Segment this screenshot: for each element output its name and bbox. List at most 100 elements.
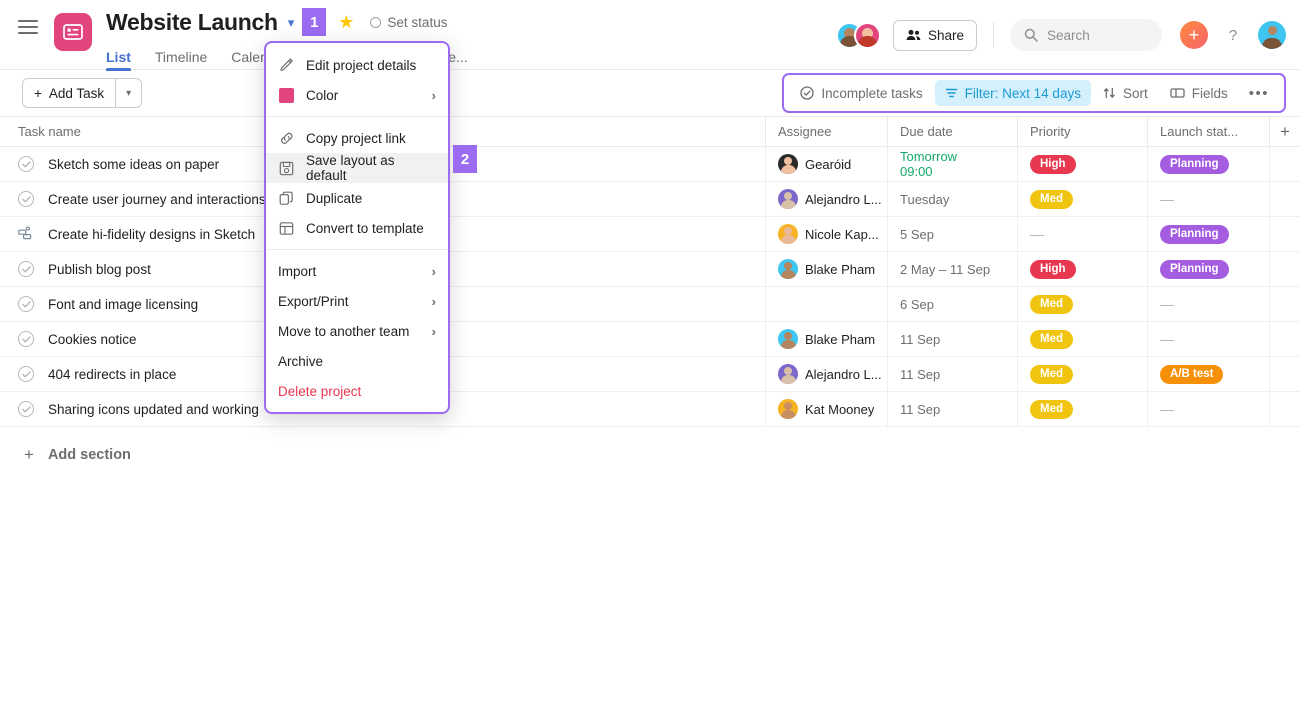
avatar[interactable] (853, 21, 881, 49)
priority-badge[interactable]: High (1030, 259, 1076, 279)
assignee-cell[interactable]: Blake Pham (765, 252, 887, 286)
column-header-launch-status[interactable]: Launch stat... (1147, 117, 1269, 146)
menu-item-convert-to-template[interactable]: Convert to template (266, 213, 448, 243)
priority-cell[interactable]: Med (1017, 392, 1147, 426)
column-header-due-date[interactable]: Due date (887, 117, 1017, 146)
launch-status-cell[interactable]: Planning (1147, 252, 1269, 286)
menu-item-color[interactable]: Color › (266, 80, 448, 110)
priority-badge[interactable]: Med (1030, 329, 1073, 349)
launch-status-cell[interactable]: Planning (1147, 147, 1269, 181)
priority-badge[interactable]: Med (1030, 399, 1073, 419)
fields-button[interactable]: Fields (1160, 80, 1238, 106)
priority-cell[interactable]: High (1017, 252, 1147, 286)
table-row[interactable]: Font and image licensing 6 Sep Med — (0, 287, 1300, 322)
assignee-cell[interactable]: Alejandro L... (765, 182, 887, 216)
priority-cell[interactable]: Med (1017, 287, 1147, 321)
due-date-cell[interactable]: 11 Sep (887, 322, 1017, 356)
task-complete-checkbox[interactable] (18, 366, 34, 382)
due-date-cell[interactable]: 6 Sep (887, 287, 1017, 321)
add-section-button[interactable]: + Add section (0, 427, 1300, 465)
task-complete-checkbox[interactable] (18, 191, 34, 207)
due-date-cell[interactable]: 11 Sep (887, 357, 1017, 391)
launch-status-cell[interactable]: — (1147, 322, 1269, 356)
add-column-button[interactable]: + (1269, 117, 1300, 146)
user-avatar[interactable] (1258, 21, 1286, 49)
assignee-cell[interactable]: Blake Pham (765, 322, 887, 356)
priority-cell[interactable]: High (1017, 147, 1147, 181)
priority-badge[interactable]: Med (1030, 189, 1073, 209)
due-date-cell[interactable]: Tuesday (887, 182, 1017, 216)
task-complete-checkbox[interactable] (18, 331, 34, 347)
due-date-cell[interactable]: 2 May – 11 Sep (887, 252, 1017, 286)
menu-item-move-to-another-team[interactable]: Move to another team › (266, 316, 448, 346)
menu-item-edit-project-details[interactable]: Edit project details (266, 50, 448, 80)
launch-status-cell[interactable]: — (1147, 287, 1269, 321)
tab-list[interactable]: List (106, 49, 131, 71)
launch-status-cell[interactable]: Planning (1147, 217, 1269, 251)
favorite-star-icon[interactable]: ★ (338, 12, 354, 33)
column-header-priority[interactable]: Priority (1017, 117, 1147, 146)
priority-badge[interactable]: Med (1030, 294, 1073, 314)
launch-status-badge[interactable]: Planning (1160, 154, 1229, 174)
due-date-cell[interactable]: Tomorrow 09:00 (887, 147, 1017, 181)
table-row[interactable]: Publish blog post Blake Pham 2 May – 11 Se… (0, 252, 1300, 287)
add-task-label-wrap[interactable]: + Add Task (23, 79, 115, 107)
more-options-button[interactable]: ••• (1240, 80, 1278, 106)
table-row[interactable]: Cookies notice Blake Pham 11 Sep Med — (0, 322, 1300, 357)
task-complete-checkbox[interactable] (18, 261, 34, 277)
task-complete-checkbox[interactable] (18, 401, 34, 417)
member-avatar-group[interactable] (835, 21, 881, 49)
due-date-cell[interactable]: 11 Sep (887, 392, 1017, 426)
assignee-cell[interactable] (765, 287, 887, 321)
launch-status-cell[interactable]: A/B test (1147, 357, 1269, 391)
priority-cell[interactable]: — (1017, 217, 1147, 251)
task-complete-checkbox[interactable] (18, 156, 34, 172)
add-task-button[interactable]: + Add Task ▾ (22, 78, 143, 108)
share-button[interactable]: Share (892, 19, 977, 51)
sort-button[interactable]: Sort (1093, 80, 1158, 106)
project-menu-chevron-down-icon[interactable]: ▾ (288, 16, 295, 29)
table-row[interactable]: 404 redirects in place Alejandro L... 11 S… (0, 357, 1300, 392)
priority-badge[interactable]: High (1030, 154, 1076, 174)
task-complete-checkbox[interactable] (18, 296, 34, 312)
incomplete-tasks-button[interactable]: Incomplete tasks (790, 80, 932, 106)
table-row[interactable]: Create hi-fidelity designs in Sketch Nico… (0, 217, 1300, 252)
search-input[interactable]: Search (1010, 19, 1162, 51)
priority-cell[interactable]: Med (1017, 182, 1147, 216)
tab-timeline[interactable]: Timeline (155, 49, 207, 71)
filter-button[interactable]: Filter: Next 14 days (934, 80, 1091, 106)
priority-badge[interactable]: Med (1030, 364, 1073, 384)
due-date-cell[interactable]: 5 Sep (887, 217, 1017, 251)
menu-item-archive[interactable]: Archive (266, 346, 448, 376)
launch-status-cell[interactable]: — (1147, 182, 1269, 216)
launch-status-empty[interactable]: — (1160, 401, 1174, 417)
menu-item-import[interactable]: Import › (266, 256, 448, 286)
launch-status-empty[interactable]: — (1160, 191, 1174, 207)
assignee-cell[interactable]: Kat Mooney (765, 392, 887, 426)
menu-item-copy-project-link[interactable]: Copy project link (266, 123, 448, 153)
create-button[interactable]: + (1180, 21, 1208, 49)
assignee-cell[interactable]: Alejandro L... (765, 357, 887, 391)
launch-status-badge[interactable]: A/B test (1160, 364, 1224, 384)
add-task-dropdown-chevron-down-icon[interactable]: ▾ (115, 79, 141, 107)
menu-item-save-layout-as-default[interactable]: Save layout as default (266, 153, 448, 183)
menu-item-export-print[interactable]: Export/Print › (266, 286, 448, 316)
table-row[interactable]: Sharing icons updated and working Kat Moo… (0, 392, 1300, 427)
menu-item-duplicate[interactable]: Duplicate (266, 183, 448, 213)
set-status-button[interactable]: Set status (370, 15, 447, 30)
launch-status-cell[interactable]: — (1147, 392, 1269, 426)
priority-cell[interactable]: Med (1017, 357, 1147, 391)
assignee-cell[interactable]: Nicole Kap... (765, 217, 887, 251)
table-row[interactable]: Sketch some ideas on paper Gearóid Tomorro… (0, 147, 1300, 182)
launch-status-badge[interactable]: Planning (1160, 224, 1229, 244)
table-row[interactable]: Create user journey and interactions Alej… (0, 182, 1300, 217)
launch-status-empty[interactable]: — (1160, 331, 1174, 347)
assignee-cell[interactable]: Gearóid (765, 147, 887, 181)
priority-cell[interactable]: Med (1017, 322, 1147, 356)
launch-status-empty[interactable]: — (1160, 296, 1174, 312)
menu-item-delete-project[interactable]: Delete project (266, 376, 448, 406)
help-button[interactable]: ? (1220, 22, 1246, 48)
priority-empty[interactable]: — (1030, 226, 1044, 242)
hamburger-menu-icon[interactable] (18, 20, 38, 34)
launch-status-badge[interactable]: Planning (1160, 259, 1229, 279)
